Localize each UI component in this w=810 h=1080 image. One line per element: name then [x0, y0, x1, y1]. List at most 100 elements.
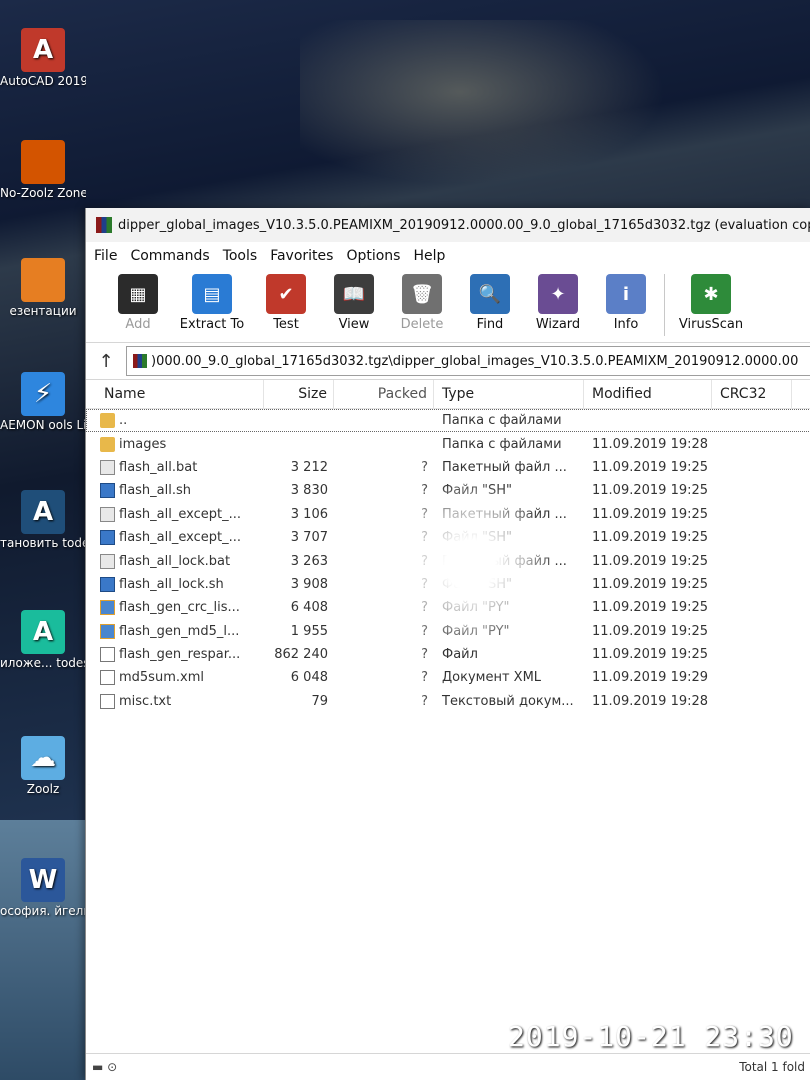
desktop-icon-label: езентации: [9, 304, 77, 318]
menu-commands[interactable]: Commands: [130, 248, 209, 264]
file-packed: ?: [421, 647, 428, 663]
file-modified: 11.09.2019 19:25: [592, 647, 709, 663]
py-file-icon: [100, 600, 115, 616]
batch-file-icon: [100, 553, 115, 569]
menu-file[interactable]: File: [94, 248, 117, 264]
file-icon: [100, 670, 115, 686]
file-packed: ?: [421, 553, 428, 569]
file-modified: 11.09.2019 19:25: [592, 459, 709, 475]
file-size: 3 212: [290, 459, 328, 475]
desktop-icon[interactable]: A AutoCAD 2019 —...: [0, 28, 86, 89]
table-row[interactable]: flash_all.bat 3 212? Пакетный файл ... 11.0…: [86, 456, 810, 479]
table-row[interactable]: flash_all_lock.bat 3 263? Пакетный файл ..…: [86, 549, 810, 572]
drive-status-icon[interactable]: ▬ ⊙: [86, 1060, 117, 1074]
file-name-cell: flash_gen_crc_lis...: [86, 600, 264, 616]
file-name: flash_all.bat: [119, 459, 198, 475]
file-list: Name Size Packed Type Modified CRC32 .. П…: [86, 380, 810, 713]
status-total: Total 1 fold: [739, 1060, 805, 1074]
file-name-cell: md5sum.xml: [86, 670, 264, 686]
test-button[interactable]: ✔ Test: [256, 270, 316, 332]
table-row[interactable]: flash_gen_crc_lis... 6 408? Файл "PY" 11.09…: [86, 596, 810, 619]
file-name: flash_all_except_...: [119, 530, 241, 546]
desktop-icon[interactable]: Wософия. йгель: [0, 858, 86, 919]
path-field[interactable]: )000.00_9.0_global_17165d3032.tgz\dipper…: [126, 346, 810, 376]
file-modified: 11.09.2019 19:28: [592, 693, 709, 709]
menu-favorites[interactable]: Favorites: [270, 248, 333, 264]
file-type: Файл "SH": [442, 530, 513, 546]
desktop-icon[interactable]: Aтановить todesk...: [0, 490, 86, 551]
desktop-icon[interactable]: Aиложе... todesk...: [0, 610, 86, 671]
toolbar-label: Find: [476, 317, 504, 332]
table-row[interactable]: .. Папка с файлами: [86, 409, 810, 433]
test-clipboard-icon: ✔: [266, 274, 306, 314]
menu-bar: File Commands Tools Favorites Options Help: [86, 242, 810, 270]
autodesk-install-icon: A: [21, 490, 65, 534]
file-type: Файл "SH": [442, 576, 513, 592]
file-size: 3 908: [290, 576, 328, 592]
status-bar: ▬ ⊙ Total 1 fold: [86, 1053, 810, 1080]
file-name-cell: flash_all_except_...: [86, 506, 264, 522]
file-name: ..: [119, 413, 128, 429]
table-row[interactable]: flash_all_except_... 3 707? Файл "SH" 11.09…: [86, 526, 810, 549]
table-row[interactable]: md5sum.xml 6 048? Документ XML 11.09.2019 1…: [86, 666, 810, 689]
table-row[interactable]: flash_gen_md5_l... 1 955? Файл "PY" 11.09.2…: [86, 620, 810, 643]
column-header-modified[interactable]: Modified: [584, 380, 712, 408]
table-row[interactable]: images Папка с файлами 11.09.2019 19:28: [86, 432, 810, 455]
menu-options[interactable]: Options: [346, 248, 400, 264]
column-header-packed[interactable]: Packed: [334, 380, 434, 408]
file-type: Файл: [442, 647, 478, 663]
desktop-icon[interactable]: No-Zoolz Zone: [0, 140, 86, 201]
toolbar-label: VirusScan: [678, 317, 744, 332]
photo-timestamp: 2019-10-21 23:30: [508, 1020, 794, 1053]
file-name: flash_all_lock.sh: [119, 576, 224, 592]
desktop-icon[interactable]: езентации: [0, 258, 86, 319]
up-arrow-icon[interactable]: ↑: [86, 351, 126, 372]
file-packed: ?: [421, 530, 428, 546]
table-row[interactable]: flash_all.sh 3 830? Файл "SH" 11.09.2019 19…: [86, 479, 810, 502]
add-archive-icon: ▦: [118, 274, 158, 314]
info-button[interactable]: i Info: [596, 270, 656, 332]
desktop-icon-label: тановить todesk...: [0, 536, 86, 550]
wizard-button[interactable]: ✦ Wizard: [528, 270, 588, 332]
file-type: Текстовый докум...: [442, 693, 574, 709]
file-name-cell: flash_all_lock.bat: [86, 553, 264, 569]
column-header-type[interactable]: Type: [434, 380, 584, 408]
file-name: flash_gen_md5_l...: [119, 623, 240, 639]
file-packed: ?: [421, 483, 428, 499]
find-button[interactable]: 🔍 Find: [460, 270, 520, 332]
file-type: Файл "PY": [442, 623, 510, 639]
folder-icon: [100, 436, 115, 452]
column-header-name[interactable]: Name: [86, 380, 264, 408]
file-rows: .. Папка с файлами images Папка с файлами 11…: [86, 409, 810, 713]
column-header-crc32[interactable]: CRC32: [712, 380, 792, 408]
file-modified: 11.09.2019 19:25: [592, 483, 709, 499]
add-button[interactable]: ▦ Add: [108, 270, 168, 332]
sh-file-icon: [100, 576, 115, 592]
table-row[interactable]: flash_all_except_... 3 106? Пакетный файл …: [86, 503, 810, 526]
file-name-cell: flash_all_except_...: [86, 530, 264, 546]
delete-button[interactable]: 🗑 Delete: [392, 270, 452, 332]
extract-to-button[interactable]: ▤ Extract To: [176, 270, 248, 332]
file-size: 3 263: [290, 553, 328, 569]
desktop-icon[interactable]: ☁ Zoolz: [0, 736, 86, 797]
table-row[interactable]: flash_all_lock.sh 3 908? Файл "SH" 11.09.20…: [86, 573, 810, 596]
column-header-size[interactable]: Size: [264, 380, 334, 408]
file-name-cell: flash_gen_respar...: [86, 647, 264, 663]
file-modified: 11.09.2019 19:25: [592, 623, 709, 639]
winrar-app-icon: [96, 217, 112, 233]
file-name-cell: flash_gen_md5_l...: [86, 623, 264, 639]
table-row[interactable]: misc.txt 79? Текстовый докум... 11.09.2019 …: [86, 690, 810, 713]
list-header: Name Size Packed Type Modified CRC32: [86, 380, 810, 409]
menu-help[interactable]: Help: [413, 248, 445, 264]
view-button[interactable]: 📖 View: [324, 270, 384, 332]
desktop-icon[interactable]: ⚡ AEMON ools Lite: [0, 372, 86, 433]
file-type: Файл "PY": [442, 600, 510, 616]
desktop-icon-label: AutoCAD 2019 —...: [0, 74, 86, 88]
virusscan-button[interactable]: ✱ VirusScan: [675, 270, 747, 332]
wizard-wand-icon: ✦: [538, 274, 578, 314]
table-row[interactable]: flash_gen_respar... 862 240? Файл 11.09.201…: [86, 643, 810, 666]
file-type: Файл "SH": [442, 483, 513, 499]
sh-file-icon: [100, 483, 115, 499]
menu-tools[interactable]: Tools: [223, 248, 258, 264]
delete-trash-icon: 🗑: [402, 274, 442, 314]
